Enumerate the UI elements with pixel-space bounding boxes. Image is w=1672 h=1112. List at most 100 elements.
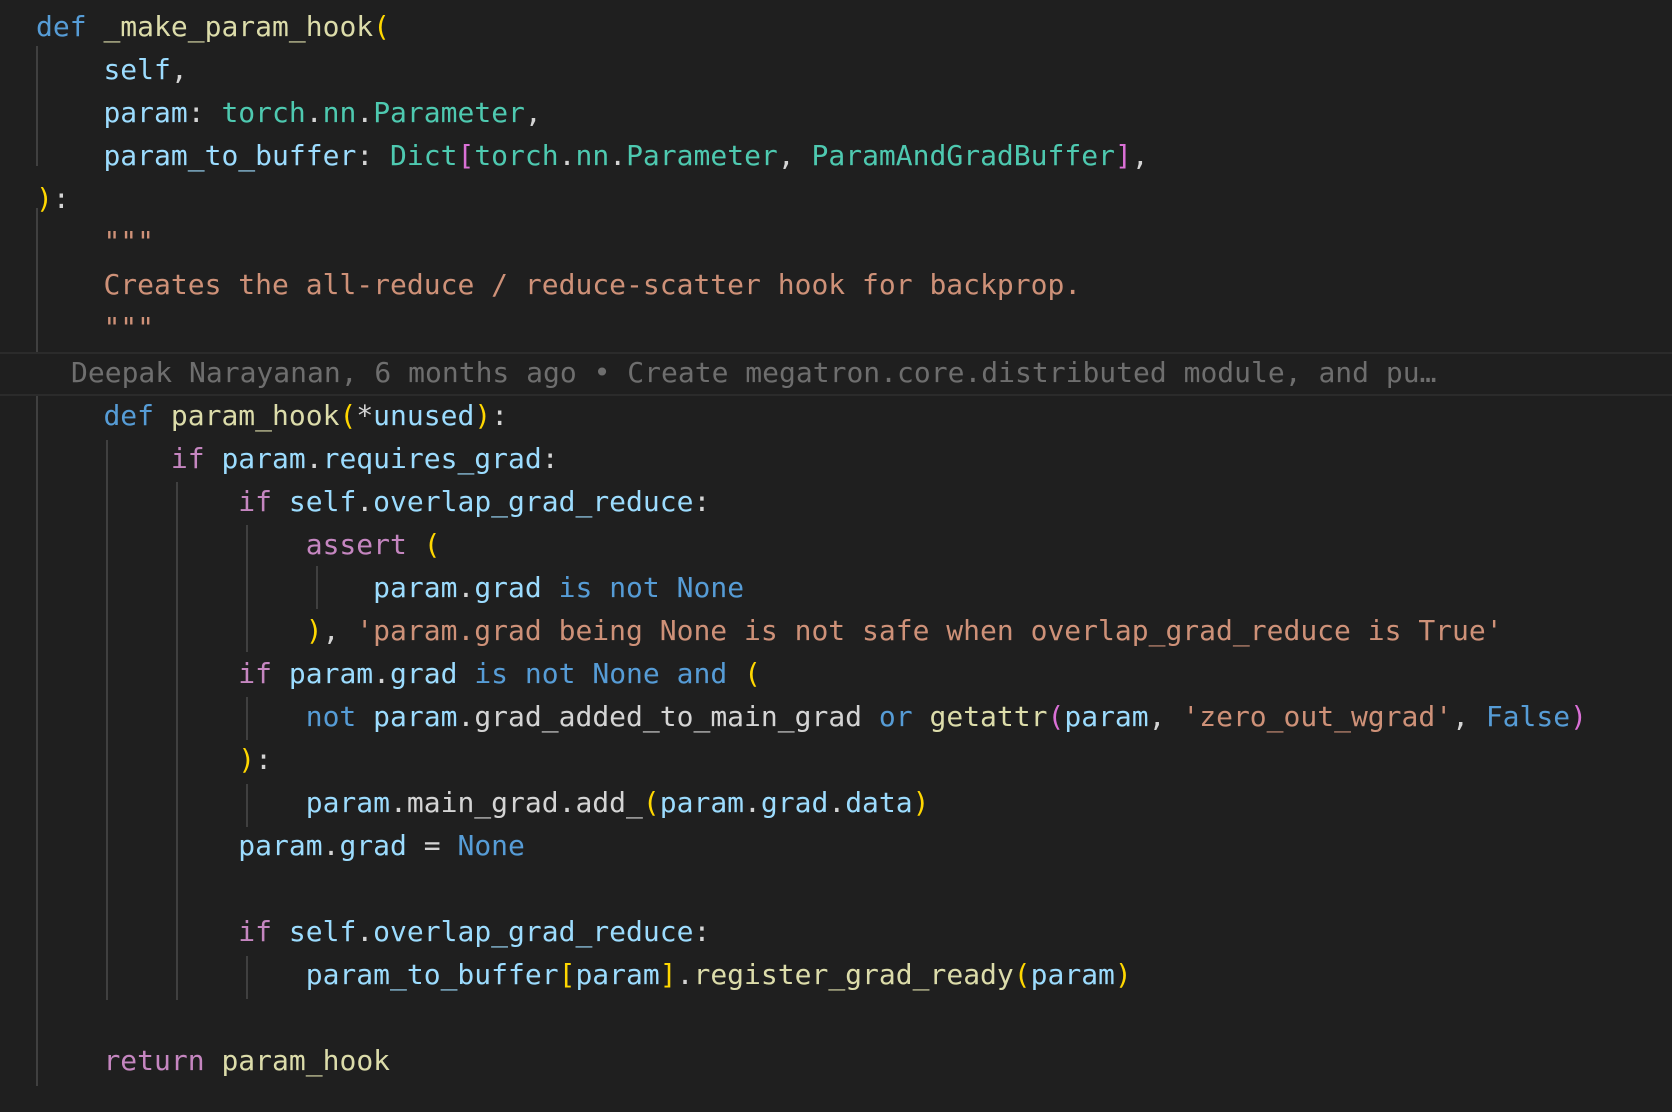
code-token: . — [305, 442, 323, 475]
code-token: ( — [339, 399, 357, 432]
code-token: ) — [36, 182, 53, 215]
code-token: ( — [423, 528, 441, 561]
code-token: return — [103, 1044, 205, 1077]
code-token: not — [524, 657, 576, 690]
code-token: param — [288, 657, 374, 690]
code-editor[interactable]: Deepak Narayanan, 6 months ago • Create … — [0, 0, 1672, 1112]
code-token: None — [676, 571, 745, 604]
code-line[interactable]: def _make_param_hook( — [36, 5, 390, 48]
code-line[interactable]: ), 'param.grad being None is not safe wh… — [36, 609, 1503, 652]
code-token: ParamAndGradBuffer — [811, 139, 1115, 172]
code-token: grad — [390, 657, 458, 690]
code-token: ( — [642, 786, 660, 819]
code-line[interactable]: ): — [36, 177, 70, 220]
code-line[interactable]: param.main_grad.add_(param.grad.data) — [36, 781, 930, 824]
code-token: not — [609, 571, 660, 604]
code-line[interactable]: param.grad is not None — [36, 566, 744, 609]
code-token: Creates the all-reduce / reduce-scatter … — [103, 268, 1082, 301]
code-line[interactable]: param_to_buffer: Dict[torch.nn.Parameter… — [36, 134, 1149, 177]
git-blame-annotation[interactable]: Deepak Narayanan, 6 months ago • Create … — [71, 353, 1436, 393]
code-token: self — [288, 915, 357, 948]
code-line[interactable]: """ — [36, 306, 154, 349]
code-token: ( — [1047, 700, 1065, 733]
code-token: ( — [744, 657, 761, 690]
code-line[interactable]: if self.overlap_grad_reduce: — [36, 910, 710, 953]
code-token: ) — [1570, 700, 1587, 733]
code-line[interactable]: """ — [36, 220, 154, 263]
code-token: , — [322, 614, 357, 647]
code-token: param — [103, 96, 188, 129]
code-line[interactable]: return param_hook — [36, 1039, 390, 1082]
code-token: grad — [339, 829, 407, 862]
code-line[interactable]: def param_hook(*unused): — [36, 394, 508, 437]
code-token: , — [1452, 700, 1486, 733]
code-token: param — [373, 571, 458, 604]
code-token: param — [1064, 700, 1149, 733]
code-line[interactable]: ): — [36, 738, 272, 781]
code-token: param_to_buffer — [103, 139, 357, 172]
code-token: main_grad — [406, 786, 559, 819]
code-token: ( — [373, 10, 391, 43]
code-token: grad — [474, 571, 542, 604]
code-token: _make_param_hook — [103, 10, 374, 43]
code-token: , — [170, 53, 188, 86]
code-token: : — [693, 915, 711, 948]
code-token: param — [221, 442, 306, 475]
code-token: data — [845, 786, 913, 819]
code-token: , — [777, 139, 812, 172]
code-token: if — [238, 485, 273, 518]
code-token: , — [1131, 139, 1149, 172]
code-token: . — [373, 657, 391, 690]
code-token: 'zero_out_wgrad' — [1182, 700, 1453, 733]
code-line[interactable]: param_to_buffer[param].register_grad_rea… — [36, 953, 1132, 996]
code-token: ] — [659, 958, 677, 991]
code-line[interactable]: if self.overlap_grad_reduce: — [36, 480, 710, 523]
code-token: 'param.grad being None is not safe when … — [356, 614, 1503, 647]
code-line[interactable]: if param.requires_grad: — [36, 437, 559, 480]
code-token: . — [356, 96, 374, 129]
code-token: . — [744, 786, 761, 819]
code-token: param — [1030, 958, 1115, 991]
code-token: , — [524, 96, 542, 129]
code-token: grad — [760, 786, 829, 819]
code-line[interactable]: self, — [36, 48, 188, 91]
code-token: . — [828, 786, 846, 819]
code-token: : — [187, 96, 222, 129]
code-token: ) — [305, 614, 323, 647]
code-token: . — [609, 139, 627, 172]
code-token: param — [238, 829, 323, 862]
code-line[interactable]: Creates the all-reduce / reduce-scatter … — [36, 263, 1081, 306]
code-line[interactable]: param: torch.nn.Parameter, — [36, 91, 542, 134]
code-token: [ — [558, 958, 576, 991]
code-line[interactable]: assert ( — [36, 523, 441, 566]
code-token: . — [558, 786, 576, 819]
code-token: ) — [912, 786, 930, 819]
code-token: nn — [575, 139, 610, 172]
code-token: param_hook — [221, 1044, 391, 1077]
code-token: param — [575, 958, 660, 991]
code-line[interactable]: param.grad = None — [36, 824, 525, 867]
code-token: """ — [103, 225, 155, 258]
code-token: : — [541, 442, 559, 475]
code-line[interactable]: not param.grad_added_to_main_grad or get… — [36, 695, 1587, 738]
code-line[interactable]: if param.grad is not None and ( — [36, 652, 761, 695]
code-token: self — [103, 53, 171, 86]
code-token: : — [356, 139, 391, 172]
